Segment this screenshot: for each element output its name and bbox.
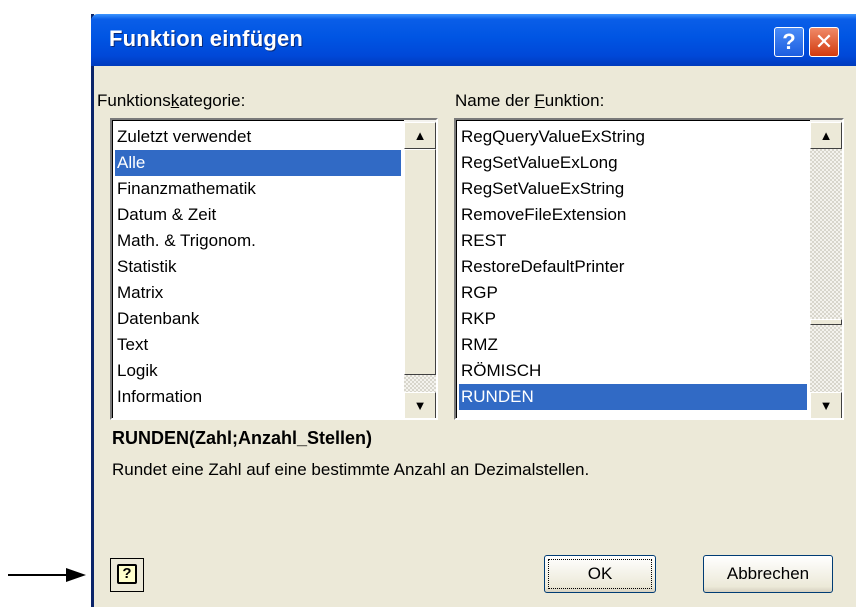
arrow-down-icon: ▼ bbox=[413, 398, 427, 413]
category-item-logic[interactable]: Logik bbox=[115, 358, 158, 384]
help-button[interactable]: ? bbox=[110, 558, 144, 592]
function-scroll-down-button[interactable]: ▼ bbox=[810, 392, 842, 418]
category-item-database[interactable]: Datenbank bbox=[115, 306, 199, 332]
insert-function-dialog: Funktion einfügen ? ✕ Funktionskategorie… bbox=[91, 14, 856, 607]
function-item[interactable]: REST bbox=[459, 228, 506, 254]
category-item-date-time[interactable]: Datum & Zeit bbox=[115, 202, 216, 228]
category-item-recent[interactable]: Zuletzt verwendet bbox=[115, 124, 251, 150]
function-item-selected[interactable]: RUNDEN bbox=[459, 384, 807, 410]
category-item-matrix[interactable]: Matrix bbox=[115, 280, 163, 306]
function-item[interactable]: RestoreDefaultPrinter bbox=[459, 254, 624, 280]
title-help-button[interactable]: ? bbox=[774, 27, 804, 57]
page: Funktion einfügen ? ✕ Funktionskategorie… bbox=[0, 0, 856, 607]
arrow-up-icon: ▲ bbox=[819, 128, 833, 143]
cancel-button[interactable]: Abbrechen bbox=[703, 555, 833, 593]
close-icon: ✕ bbox=[814, 29, 834, 54]
function-item[interactable]: RegSetValueExString bbox=[459, 176, 624, 202]
function-syntax: RUNDEN(Zahl;Anzahl_Stellen) bbox=[112, 428, 373, 448]
function-item[interactable]: RegQueryValueExString bbox=[459, 124, 645, 150]
function-scroll-up-button[interactable]: ▲ bbox=[810, 122, 842, 149]
title-close-button[interactable]: ✕ bbox=[809, 27, 839, 57]
function-description: Rundet eine Zahl auf eine bestimmte Anza… bbox=[112, 460, 590, 479]
category-scrollbar[interactable]: ▲ ▼ bbox=[404, 120, 436, 418]
function-listbox[interactable]: RegQueryValueExString RegSetValueExLong … bbox=[454, 118, 844, 420]
arrow-down-icon: ▼ bbox=[819, 398, 833, 413]
title-bar[interactable]: Funktion einfügen ? ✕ bbox=[91, 14, 856, 66]
category-item-statistics[interactable]: Statistik bbox=[115, 254, 177, 280]
category-listbox[interactable]: Zuletzt verwendet Alle Finanzmathematik … bbox=[110, 118, 438, 420]
help-icon: ? bbox=[117, 564, 137, 584]
function-scroll-track-lower[interactable] bbox=[810, 325, 842, 392]
dialog-title: Funktion einfügen bbox=[109, 26, 304, 51]
question-mark-icon: ? bbox=[782, 29, 796, 54]
function-item[interactable]: RKP bbox=[459, 306, 496, 332]
category-scroll-track[interactable] bbox=[404, 375, 436, 392]
category-scroll-down-button[interactable]: ▼ bbox=[404, 392, 436, 418]
category-item-information[interactable]: Information bbox=[115, 384, 202, 410]
function-item[interactable]: RGP bbox=[459, 280, 498, 306]
ok-button[interactable]: OK bbox=[544, 555, 656, 593]
category-item-all[interactable]: Alle bbox=[115, 150, 401, 176]
cancel-button-label: Abbrechen bbox=[726, 564, 810, 583]
function-item[interactable]: RegSetValueExLong bbox=[459, 150, 618, 176]
function-item[interactable]: RemoveFileExtension bbox=[459, 202, 626, 228]
category-scroll-thumb[interactable] bbox=[404, 149, 436, 375]
function-scrollbar[interactable]: ▲ ▼ bbox=[810, 120, 842, 418]
category-item-text[interactable]: Text bbox=[115, 332, 148, 358]
category-label: Funktionskategorie: bbox=[97, 91, 246, 110]
category-item-finance[interactable]: Finanzmathematik bbox=[115, 176, 256, 202]
category-item-math[interactable]: Math. & Trigonom. bbox=[115, 228, 256, 254]
function-item[interactable]: RÖMISCH bbox=[459, 358, 541, 384]
arrow-right-icon bbox=[8, 568, 86, 582]
function-item[interactable]: RMZ bbox=[459, 332, 498, 358]
function-name-label: Name der Funktion: bbox=[455, 91, 605, 110]
arrow-up-icon: ▲ bbox=[413, 128, 427, 143]
category-scroll-up-button[interactable]: ▲ bbox=[404, 122, 436, 149]
function-scroll-track[interactable] bbox=[810, 149, 842, 319]
